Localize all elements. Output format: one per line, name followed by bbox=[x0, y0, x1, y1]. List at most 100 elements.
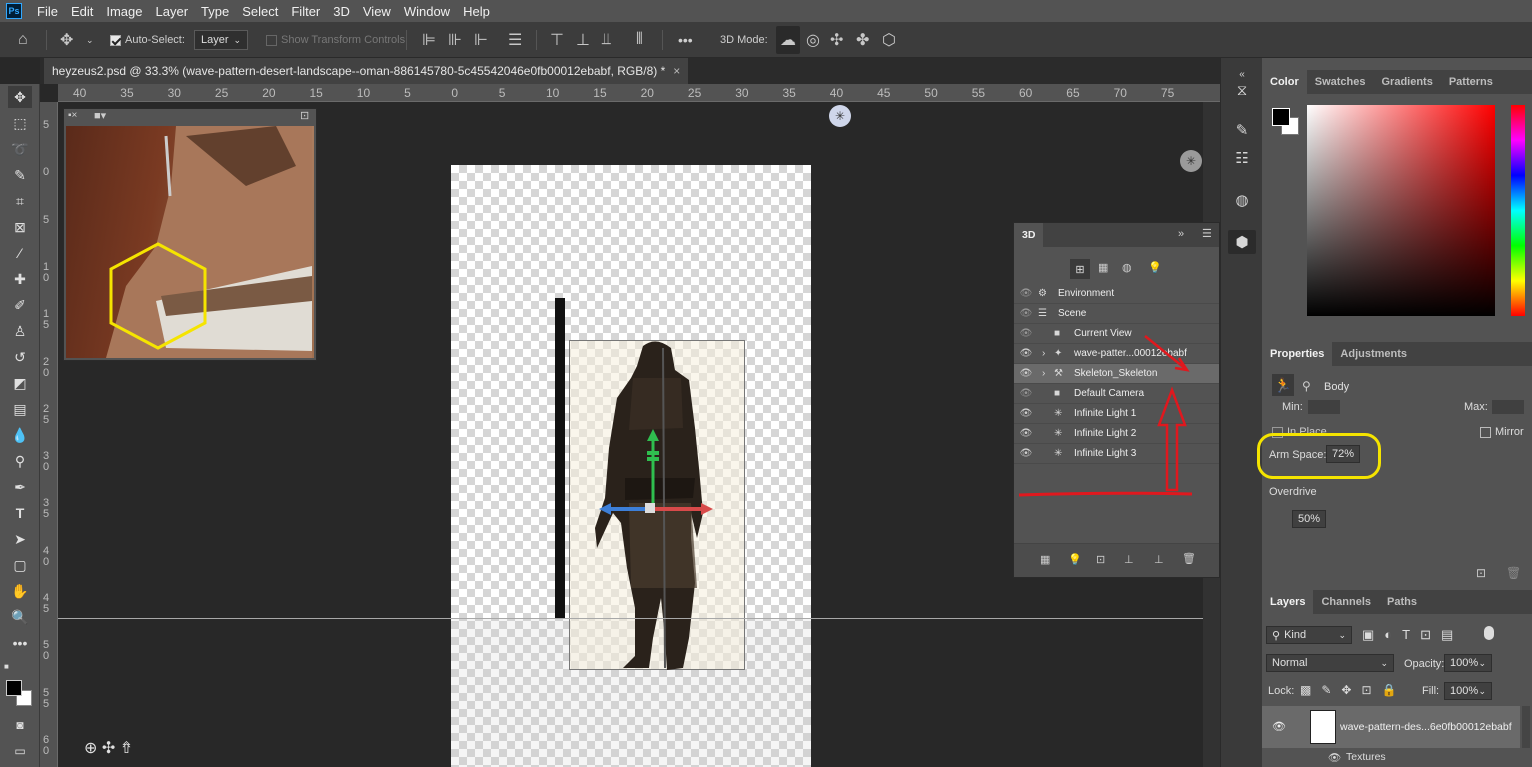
more-tools-icon[interactable]: ••• bbox=[8, 632, 32, 654]
path-selection-tool-icon[interactable]: ➤ bbox=[8, 528, 32, 550]
hand-tool-icon[interactable]: ✋ bbox=[8, 580, 32, 602]
distribute-vertical-icon[interactable]: ⫴ bbox=[636, 22, 643, 58]
screen-mode-icon[interactable]: ▭ bbox=[8, 740, 32, 762]
blur-tool-icon[interactable]: 💧 bbox=[8, 424, 32, 446]
drag-3d-icon[interactable]: ✣ bbox=[830, 22, 843, 58]
pen-tool-icon[interactable]: ✒ bbox=[8, 476, 32, 498]
document-canvas[interactable] bbox=[451, 165, 811, 767]
menu-filter[interactable]: Filter bbox=[291, 4, 320, 19]
foreground-color-swatch[interactable] bbox=[1272, 108, 1290, 126]
zoom-tool-icon[interactable]: 🔍 bbox=[8, 606, 32, 628]
menu-help[interactable]: Help bbox=[463, 4, 490, 19]
eraser-tool-icon[interactable]: ◩ bbox=[8, 372, 32, 394]
show-transform-controls-checkbox[interactable]: Show Transform Controls bbox=[266, 22, 405, 58]
quick-mask-icon[interactable]: ◙ bbox=[8, 714, 32, 736]
tab-3d[interactable]: 3D bbox=[1014, 223, 1044, 247]
eye-icon[interactable]: 👁 bbox=[1020, 308, 1033, 320]
filter-toggle[interactable] bbox=[1484, 626, 1494, 640]
secondary-camera-view[interactable]: ▪× ■▾ ⊡ bbox=[63, 108, 317, 361]
close-icon[interactable]: × bbox=[673, 64, 680, 78]
auto-select-target-dropdown[interactable]: Layer ⌄ bbox=[194, 30, 248, 50]
clone-stamp-tool-icon[interactable]: ♙ bbox=[8, 320, 32, 342]
lock-icons[interactable]: ▩✎✥⊡🔒 bbox=[1300, 683, 1406, 697]
color-picker-field[interactable] bbox=[1307, 105, 1495, 316]
menu-type[interactable]: Type bbox=[201, 4, 229, 19]
menu-3d[interactable]: 3D bbox=[333, 4, 350, 19]
adjustments-sliders-icon[interactable]: ☷ bbox=[1228, 146, 1256, 170]
shape-tool-icon[interactable]: ▢ bbox=[8, 554, 32, 576]
roll-3d-icon[interactable]: ◎ bbox=[806, 22, 820, 58]
menu-image[interactable]: Image bbox=[106, 4, 142, 19]
quick-select-tool-icon[interactable]: ✎ bbox=[8, 164, 32, 186]
menu-layer[interactable]: Layer bbox=[156, 4, 189, 19]
eye-icon[interactable]: 👁 bbox=[1020, 288, 1033, 300]
distribute-horizontal-icon[interactable]: ☰ bbox=[508, 22, 522, 58]
mesh-filter-icon[interactable]: ▦ bbox=[1098, 261, 1108, 274]
expand-view-icon[interactable]: ⊡ bbox=[300, 109, 309, 122]
light-widget-icon[interactable]: ✳ bbox=[1180, 150, 1202, 172]
drop-to-plane-icon[interactable]: ⊥ bbox=[1124, 553, 1134, 566]
layer-filter-icons[interactable]: ▣◐T⊡▤ bbox=[1362, 627, 1463, 643]
body-figure-icon[interactable]: 🏃 bbox=[1272, 374, 1294, 396]
frame-tool-icon[interactable]: ⊠ bbox=[8, 216, 32, 238]
light-filter-icon[interactable]: 💡 bbox=[1148, 261, 1162, 274]
tab-swatches[interactable]: Swatches bbox=[1307, 70, 1374, 94]
foreground-color-swatch[interactable] bbox=[6, 680, 22, 696]
panel-menu-icon[interactable]: ☰ bbox=[1202, 227, 1212, 240]
align-bottom-icon[interactable]: ⫫ bbox=[602, 22, 611, 58]
tab-color[interactable]: Color bbox=[1262, 70, 1307, 94]
bone-icon[interactable]: ⚲ bbox=[1302, 379, 1311, 393]
opacity-field[interactable]: 100% ⌄ bbox=[1444, 654, 1492, 672]
brush-tool-icon[interactable]: ✐ bbox=[8, 294, 32, 316]
max-field[interactable] bbox=[1492, 400, 1524, 414]
add-mesh-icon[interactable]: ▦ bbox=[1040, 553, 1050, 566]
align-center-icon[interactable]: ⊪ bbox=[448, 22, 462, 58]
align-left-icon[interactable]: ⊫ bbox=[422, 22, 436, 58]
blend-mode-dropdown[interactable]: Normal ⌄ bbox=[1266, 654, 1394, 672]
3d-transform-gizmo[interactable] bbox=[599, 427, 715, 527]
light-widget-icon[interactable]: ✳ bbox=[829, 105, 851, 127]
tab-paths[interactable]: Paths bbox=[1379, 590, 1425, 614]
menu-file[interactable]: File bbox=[37, 4, 58, 19]
healing-brush-tool-icon[interactable]: ✚ bbox=[8, 268, 32, 290]
tab-gradients[interactable]: Gradients bbox=[1373, 70, 1440, 94]
orbit-3d-icon[interactable]: ☁ bbox=[776, 26, 800, 54]
history-panel-icon[interactable]: ⧖ bbox=[1228, 78, 1256, 102]
layers-scrollbar[interactable] bbox=[1522, 706, 1530, 748]
marquee-tool-icon[interactable]: ⬚ bbox=[8, 112, 32, 134]
move-tool-icon[interactable]: ✥ bbox=[8, 86, 32, 108]
3d-tree-item[interactable]: 👁 ☰ Scene bbox=[1014, 304, 1219, 324]
material-filter-icon[interactable]: ◍ bbox=[1122, 261, 1132, 274]
document-tab[interactable]: heyzeus2.psd @ 33.3% (wave-pattern-deser… bbox=[44, 58, 689, 84]
default-colors-icon[interactable]: ■ bbox=[4, 662, 9, 671]
layer-filter-dropdown[interactable]: ⚲ Kind ⌄ bbox=[1266, 626, 1352, 644]
ground-shadow-icon[interactable]: ⊥ bbox=[1154, 553, 1164, 566]
menu-edit[interactable]: Edit bbox=[71, 4, 93, 19]
slide-3d-icon[interactable]: ✤ bbox=[856, 22, 869, 58]
home-icon[interactable]: ⌂ bbox=[18, 22, 28, 58]
tab-adjustments[interactable]: Adjustments bbox=[1332, 342, 1415, 366]
lasso-tool-icon[interactable]: ➰ bbox=[8, 138, 32, 160]
crop-tool-icon[interactable]: ⌗ bbox=[8, 190, 32, 212]
scale-3d-icon[interactable]: ⬡ bbox=[882, 22, 896, 58]
3d-panel-icon[interactable]: ⬢ bbox=[1228, 230, 1256, 254]
3d-axis-orbit-icon[interactable]: ⊕ ✣ ⇮ bbox=[84, 738, 133, 758]
gradient-tool-icon[interactable]: ▤ bbox=[8, 398, 32, 420]
reset-view-icon[interactable]: ⊡ bbox=[1476, 566, 1486, 580]
auto-select-checkbox[interactable]: Auto-Select: bbox=[110, 22, 185, 58]
mirror-checkbox[interactable]: Mirror bbox=[1480, 426, 1524, 438]
3d-tree-item[interactable]: 👁 ⚙ Environment bbox=[1014, 284, 1219, 304]
eyedropper-tool-icon[interactable]: ⁄ bbox=[8, 242, 32, 264]
close-icon[interactable]: ▪× bbox=[68, 110, 77, 121]
overdrive-field[interactable]: 50% bbox=[1292, 510, 1326, 528]
tab-channels[interactable]: Channels bbox=[1313, 590, 1379, 614]
layer-row[interactable]: 👁 wave-pattern-des...6e0fb00012ebabf bbox=[1262, 706, 1520, 748]
eye-icon[interactable]: 👁 bbox=[1272, 720, 1286, 733]
hue-slider[interactable] bbox=[1511, 105, 1525, 316]
brush-settings-icon[interactable]: ✎ bbox=[1228, 118, 1256, 142]
eye-icon[interactable]: 👁 bbox=[1328, 751, 1341, 764]
trash-icon[interactable]: 🗑 bbox=[1506, 566, 1521, 580]
character-panel-icon[interactable]: ◍ bbox=[1228, 188, 1256, 212]
type-tool-icon[interactable]: T bbox=[8, 502, 32, 524]
tab-patterns[interactable]: Patterns bbox=[1441, 70, 1501, 94]
